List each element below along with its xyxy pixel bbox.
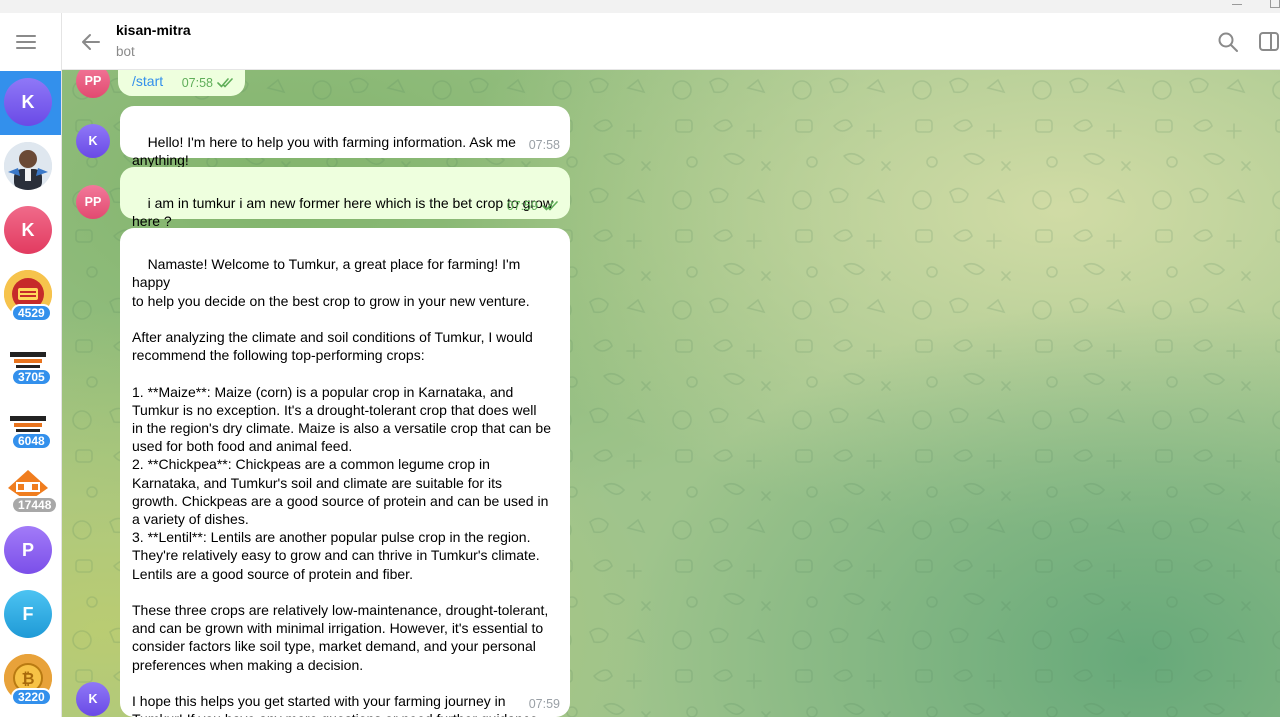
menu-icon[interactable] <box>16 34 38 50</box>
chat-item[interactable]: 3705 <box>0 327 61 391</box>
unread-badge: 3220 <box>11 688 52 706</box>
minimize-icon[interactable] <box>1232 4 1242 5</box>
avatar: F <box>4 590 52 638</box>
back-arrow-icon[interactable] <box>80 31 102 53</box>
chat-item[interactable]: 17448 <box>0 455 61 519</box>
chat-item[interactable]: ₿ 3220 <box>0 647 61 711</box>
avatar: K <box>4 78 52 126</box>
chat-subtitle: bot <box>116 44 135 59</box>
avatar[interactable]: K <box>76 124 110 158</box>
chat-messages-area[interactable]: PP /start 07:58 K Hello! I'm here to hel… <box>62 70 1280 717</box>
sidebar-toggle-icon[interactable] <box>1259 32 1279 51</box>
avatar: K <box>4 206 52 254</box>
chat-item[interactable]: F <box>0 583 61 647</box>
chat-item[interactable]: K <box>0 71 61 135</box>
double-check-icon <box>542 201 558 211</box>
unread-badge: 4529 <box>11 304 52 322</box>
chat-item[interactable]: 6048 <box>0 391 61 455</box>
chat-header: kisan-mitra bot <box>62 13 1280 70</box>
unread-badge: 3705 <box>11 368 52 386</box>
incoming-message[interactable]: Namaste! Welcome to Tumkur, a great plac… <box>120 228 570 717</box>
chat-item[interactable]: K <box>0 199 61 263</box>
message-time: 07:59 <box>528 696 560 711</box>
avatar[interactable]: K <box>76 682 110 716</box>
message-time: 07:59 <box>506 198 538 213</box>
message-text[interactable]: Namaste! Welcome to Tumkur, a great plac… <box>132 256 551 717</box>
unread-badge: 17448 <box>11 496 59 514</box>
svg-text:₿: ₿ <box>21 669 34 688</box>
maximize-icon[interactable] <box>1270 0 1280 8</box>
message-meta: 07:58 <box>529 136 560 154</box>
window-titlebar <box>0 0 1280 13</box>
outgoing-message[interactable]: i am in tumkur i am new former here whic… <box>120 167 570 229</box>
chat-item[interactable]: P <box>0 519 61 583</box>
avatar[interactable]: PP <box>76 185 110 219</box>
message-time: 07:58 <box>181 75 213 90</box>
person-photo-avatar <box>4 142 52 190</box>
message-meta: 07:59 <box>529 695 560 713</box>
unread-badge: 6048 <box>11 432 52 450</box>
search-icon[interactable] <box>1217 31 1239 53</box>
chat-list-sidebar: K K 4529 3705 6048 17448 P F ₿ 3220 <box>0 13 62 717</box>
incoming-message[interactable]: Hello! I'm here to help you with farming… <box>120 106 570 168</box>
message-meta: 07:58 <box>182 74 235 92</box>
message-text[interactable]: /start <box>132 72 163 90</box>
message-meta: 07:59 <box>507 197 560 215</box>
outgoing-message[interactable]: /start 07:58 <box>118 70 245 96</box>
chat-title[interactable]: kisan-mitra <box>116 22 191 38</box>
double-check-icon <box>217 78 233 88</box>
chat-item[interactable]: 4529 <box>0 263 61 327</box>
chat-item[interactable] <box>0 135 61 199</box>
avatar: P <box>4 526 52 574</box>
message-time: 07:58 <box>528 137 560 152</box>
